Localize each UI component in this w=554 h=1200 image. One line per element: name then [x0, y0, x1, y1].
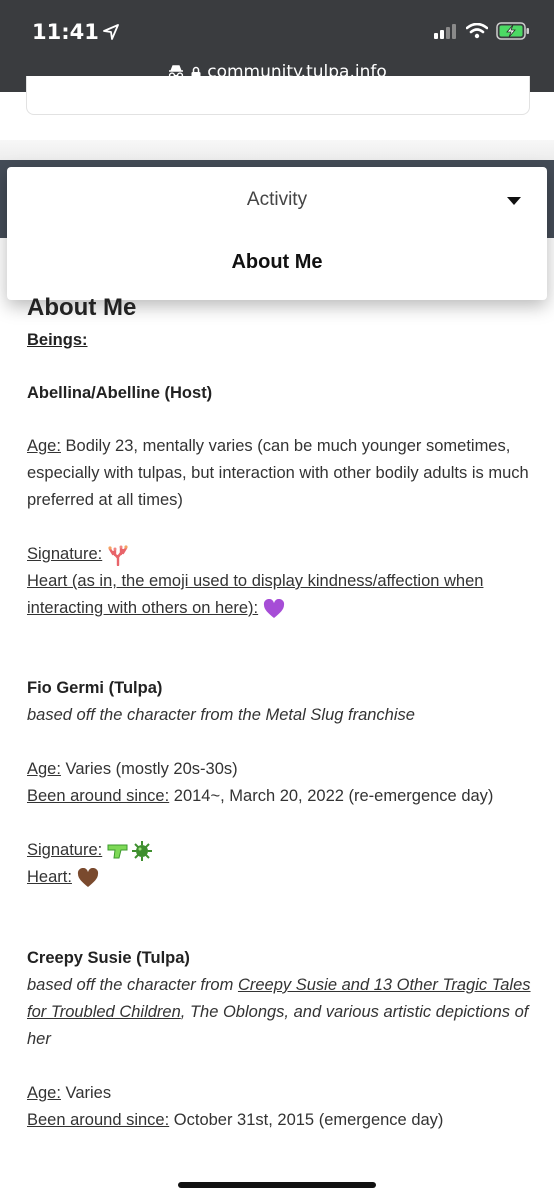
signal-icon — [434, 24, 456, 39]
fio-age: Age: Varies (mostly 20s-30s) — [27, 760, 238, 778]
microbe-emoji-icon — [131, 840, 152, 861]
home-indicator[interactable] — [178, 1182, 376, 1188]
about-me-content: About Me Beings: Abellina/Abelline (Host… — [27, 293, 532, 1134]
susie-description: based off the character from Creepy Susi… — [27, 976, 531, 1048]
dropdown-caret-icon[interactable] — [507, 197, 521, 205]
time-text: 11:41 — [32, 20, 99, 44]
clock: 11:41 — [32, 20, 119, 44]
susie-since: Been around since: October 31st, 2015 (e… — [27, 1111, 444, 1129]
host-age: Age: Bodily 23, mentally varies (can be … — [27, 437, 529, 509]
page-title: About Me — [27, 294, 137, 321]
tab-about-me[interactable]: About Me — [7, 251, 547, 274]
wifi-icon — [466, 23, 488, 39]
location-arrow-icon — [102, 24, 119, 40]
fio-signature: Signature: — [27, 837, 532, 864]
profile-card-bottom — [26, 76, 530, 115]
divider-band — [0, 140, 554, 162]
fio-description: based off the character from the Metal S… — [27, 706, 415, 724]
tab-activity[interactable]: Activity — [7, 189, 547, 211]
profile-tab-dropdown: Activity About Me — [7, 167, 547, 300]
purple-heart-emoji-icon — [263, 598, 284, 618]
host-heart: Heart (as in, the emoji used to display … — [27, 572, 484, 618]
host-name: Abellina/Abelline (Host) — [27, 384, 213, 402]
battery-charging-icon — [496, 22, 529, 40]
host-signature: Signature: — [27, 541, 532, 568]
coral-emoji-icon — [108, 545, 128, 566]
system-icons — [434, 22, 530, 40]
water-pistol-emoji-icon — [107, 844, 128, 859]
fio-heart: Heart: — [27, 864, 532, 891]
susie-name: Creepy Susie (Tulpa) — [27, 949, 190, 967]
beings-label: Beings: — [27, 331, 88, 349]
brown-heart-emoji-icon — [77, 867, 98, 887]
susie-age: Age: Varies — [27, 1084, 112, 1102]
fio-since: Been around since: 2014~, March 20, 2022… — [27, 787, 494, 805]
fio-name: Fio Germi (Tulpa) — [27, 679, 163, 697]
